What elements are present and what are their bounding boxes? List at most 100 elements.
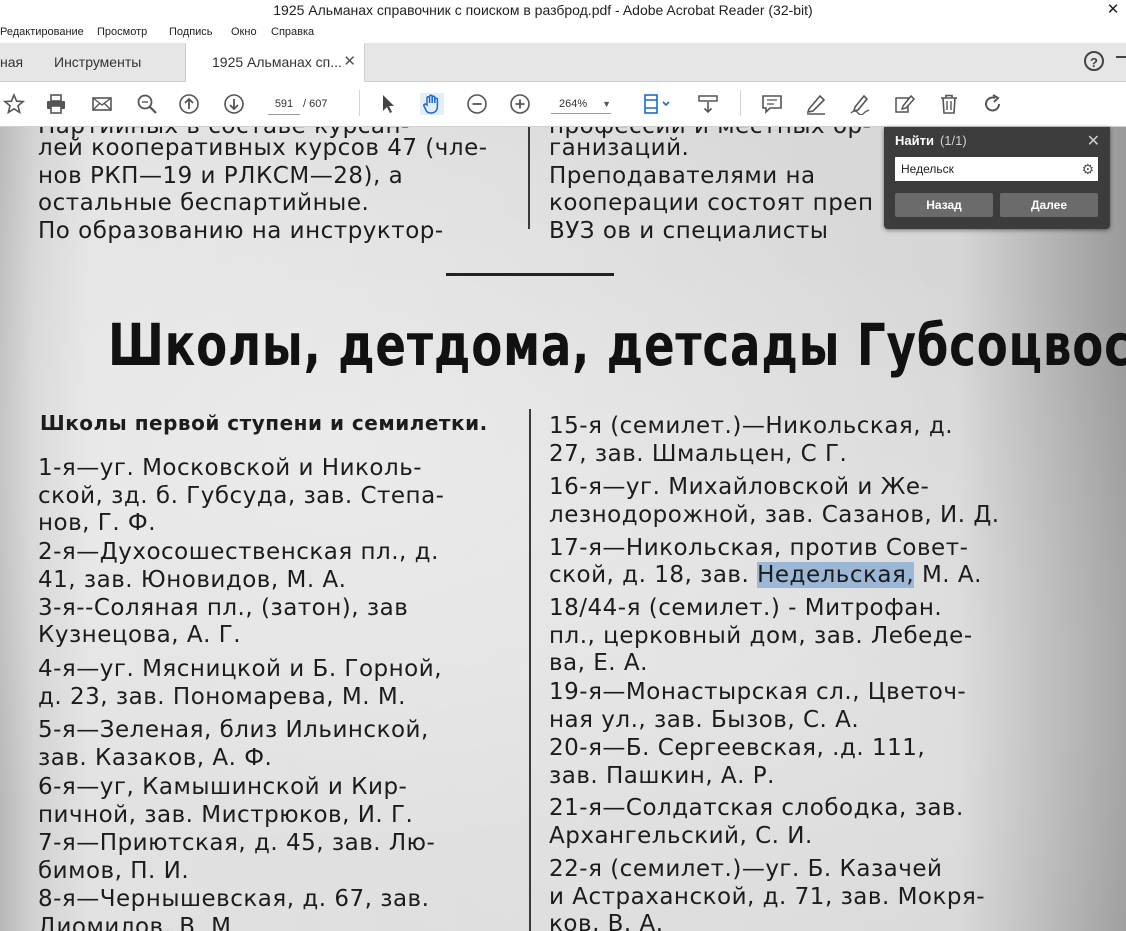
toolbar: 591 / 607 264% ▼: [0, 82, 1126, 127]
section-heading: Школы, детдома, детсады Губсоцвоса.: [108, 311, 1126, 379]
doc-line: бимов, П. И.: [38, 858, 190, 884]
doc-line: 19-я—Монастырская сл., Цветоч-: [549, 679, 967, 705]
doc-line: 18/44-я (семилет.) - Митрофан.: [549, 595, 943, 621]
hand-tool-icon[interactable]: [420, 93, 444, 115]
column-divider: [528, 127, 530, 229]
doc-line: нов РКП—19 и РЛКСМ—28), а: [38, 163, 404, 189]
column-divider: [529, 409, 531, 931]
search-result-line: ской, д. 18, зав. Недельская, М. А.: [549, 562, 1019, 588]
find-title: Найти (1/1): [895, 133, 967, 148]
toolbar-divider: [740, 90, 741, 116]
doc-line: Архангельский, С. И.: [549, 823, 813, 849]
window-close-button[interactable]: ✕: [1100, 0, 1126, 22]
bookmark-star-icon[interactable]: [2, 93, 26, 115]
document-view[interactable]: Партийных в составе курсан- лей кооперат…: [0, 127, 1126, 931]
doc-line: 27, зав. Шмальцен, С Г.: [549, 441, 848, 467]
page-up-icon[interactable]: [177, 93, 201, 115]
doc-line: нов, Г. Ф.: [38, 510, 157, 536]
doc-line: зав. Казаков, А. Ф.: [38, 745, 273, 771]
find-input[interactable]: Недельск ⚙: [895, 157, 1098, 181]
page-down-icon[interactable]: [222, 93, 246, 115]
find-result-count: (1/1): [939, 133, 967, 148]
doc-line: остальные беспартийные.: [38, 190, 370, 216]
menu-edit[interactable]: Редактирование: [0, 26, 84, 38]
page-total: / 607: [303, 98, 328, 110]
help-icon[interactable]: ?: [1084, 51, 1104, 71]
doc-line: 1-я—уг. Московской и Николь-: [38, 455, 423, 481]
scroll-mode-icon[interactable]: [696, 93, 720, 115]
find-next-button[interactable]: Далее: [1000, 193, 1098, 217]
comment-icon[interactable]: [760, 93, 784, 115]
zoom-search-icon[interactable]: [135, 93, 159, 115]
doc-line: 16-я—уг. Михайловской и Же-: [549, 474, 930, 500]
page-number-input[interactable]: 591: [268, 94, 300, 115]
doc-line: 17-я—Никольская, против Совет-: [549, 535, 969, 561]
doc-line: 21-я—Солдатская слободка, зав.: [549, 795, 964, 821]
minimize-icon[interactable]: [1116, 56, 1126, 58]
menu-view[interactable]: Просмотр: [97, 26, 147, 38]
doc-line: 20-я—Б. Сергеевская, .д. 111,: [549, 735, 926, 761]
gear-icon[interactable]: ⚙: [1081, 157, 1094, 181]
doc-line: пл., церковный дом, зав. Лебеде-: [549, 623, 973, 649]
doc-line: 2-я—Духосошественская пл., д.: [38, 539, 439, 565]
zoom-in-icon[interactable]: [508, 93, 532, 115]
window-titlebar: 1925 Альманах справочник с поиском в раз…: [0, 0, 1126, 23]
doc-line: лезнодорожной, зав. Сазанов, И. Д.: [549, 502, 1000, 528]
doc-line: 15-я (семилет.)—Никольская, д.: [549, 413, 954, 439]
find-close-icon[interactable]: ✕: [1087, 131, 1100, 151]
tab-bar: ная Инструменты 1925 Альманах сп... ✕: [0, 43, 1126, 82]
doc-line: 8-я—Чернышевская, д. 67, зав.: [38, 886, 430, 912]
zoom-level-select[interactable]: 264% ▼: [551, 94, 611, 114]
menu-window[interactable]: Окно: [231, 26, 257, 38]
doc-text: ской, д. 18, зав.: [549, 562, 758, 588]
fill-sign-icon[interactable]: [893, 93, 917, 115]
email-icon[interactable]: [90, 93, 114, 115]
doc-line: По образованию на инструктор-: [38, 218, 444, 244]
tab-home[interactable]: ная: [0, 43, 40, 81]
tab-document[interactable]: 1925 Альманах сп... ✕: [185, 43, 365, 82]
doc-line: 5-я—Зеленая, близ Ильинской,: [38, 717, 429, 743]
tab-tools[interactable]: Инструменты: [54, 43, 174, 81]
doc-line: Диомилов, В. М.: [38, 914, 240, 931]
fit-page-icon[interactable]: [640, 93, 674, 115]
chevron-down-icon: ▼: [602, 99, 611, 109]
doc-line: 22-я (семилет.)—уг. Б. Казачей: [549, 856, 943, 882]
doc-line: 6-я—уг, Камышинской и Кир-: [38, 774, 408, 800]
doc-line: д. 23, зав. Пономарева, М. М.: [38, 684, 406, 710]
doc-line: и Астраханской, д. 71, зав. Мокря-: [549, 884, 986, 910]
doc-line: 7-я—Приютская, д. 45, зав. Лю-: [38, 830, 436, 856]
doc-line: ва, Е. А.: [549, 650, 648, 676]
find-previous-button[interactable]: Назад: [895, 193, 993, 217]
doc-line: ная ул., зав. Бызов, С. А.: [549, 707, 860, 733]
doc-line: ков, В. А.: [549, 911, 664, 931]
toolbar-divider: [359, 90, 360, 116]
tab-close-icon[interactable]: ✕: [343, 43, 356, 81]
rotate-icon[interactable]: [981, 93, 1005, 115]
print-icon[interactable]: [44, 93, 68, 115]
subheading: Школы первой ступени и семилетки.: [40, 411, 488, 435]
find-query: Недельск: [901, 162, 954, 176]
doc-line: зав. Пашкин, А. Р.: [549, 763, 775, 789]
doc-line: 41, зав. Юновидов, М. А.: [38, 567, 347, 593]
doc-line: Кузнецова, А. Г.: [38, 622, 242, 648]
highlight-pen-icon[interactable]: [804, 93, 828, 115]
window-title: 1925 Альманах справочник с поиском в раз…: [273, 2, 813, 18]
menu-help[interactable]: Справка: [271, 26, 314, 38]
select-cursor-icon[interactable]: [376, 93, 400, 115]
section-rule: [446, 273, 614, 276]
doc-line: лей кооперативных курсов 47 (чле-: [38, 135, 488, 161]
doc-text: М. А.: [914, 562, 982, 588]
doc-line: 4-я—уг. Мясницкой и Б. Горной,: [38, 656, 443, 682]
menu-bar: Редактирование Просмотр Подпись Окно Спр…: [0, 22, 1126, 44]
tab-document-label: 1925 Альманах сп...: [212, 54, 342, 70]
doc-line: пичной, зав. Мистрюков, И. Г.: [38, 802, 414, 828]
delete-icon[interactable]: [937, 93, 961, 115]
find-title-label: Найти: [895, 133, 934, 148]
menu-sign[interactable]: Подпись: [169, 26, 213, 38]
zoom-level-value: 264%: [559, 98, 588, 110]
search-highlight[interactable]: Недельская,: [757, 562, 915, 588]
zoom-out-icon[interactable]: [465, 93, 489, 115]
find-panel: Найти (1/1) ✕ Недельск ⚙ Назад Далее: [884, 127, 1110, 229]
sign-icon[interactable]: [848, 93, 872, 115]
doc-line: ской, зд. б. Губсуда, зав. Степа-: [38, 483, 445, 509]
